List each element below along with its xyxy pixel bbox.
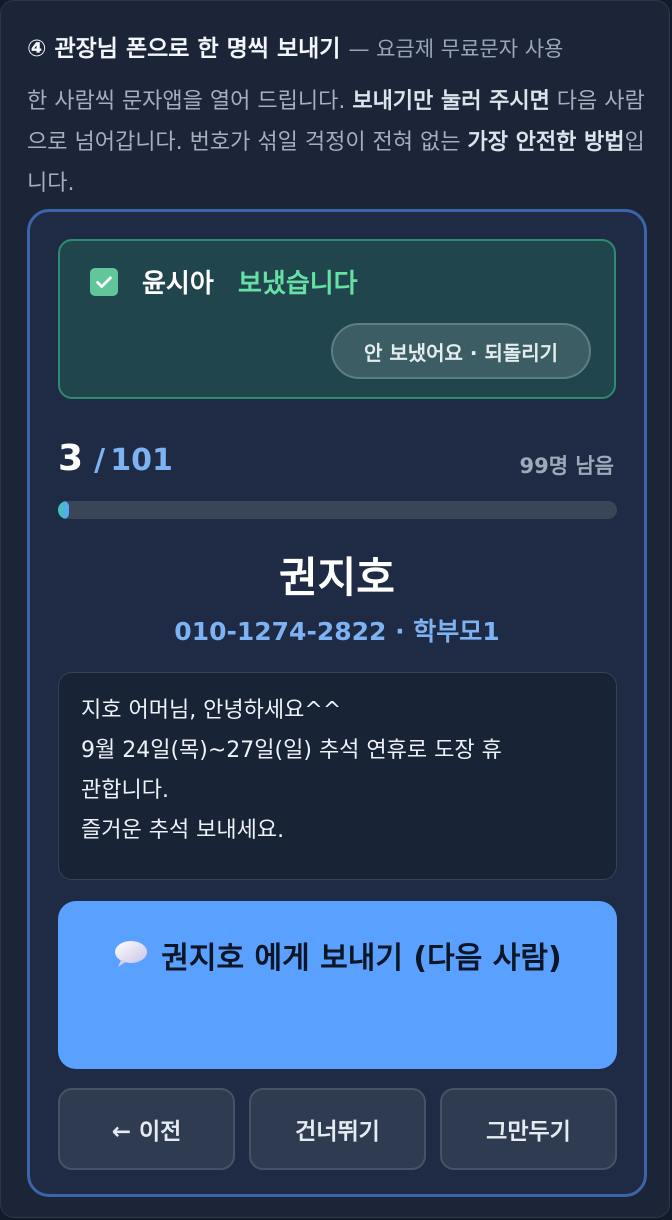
section-title: ④ 관장님 폰으로 한 명씩 보내기 bbox=[27, 36, 341, 62]
description-text: 한 사람씩 문자앱을 열어 드립니다. bbox=[27, 89, 353, 114]
stop-button[interactable]: 그만두기 bbox=[440, 1088, 617, 1170]
recipient-phone-group: 010-1274-2822 · 학부모1 bbox=[174, 617, 500, 646]
progress-count: 3 / 101 bbox=[58, 438, 173, 479]
sent-checkbox[interactable] bbox=[90, 268, 118, 296]
send-one-by-one-panel: ④ 관장님 폰으로 한 명씩 보내기 — 요금제 무료문자 사용 한 사람씩 문자… bbox=[0, 0, 670, 1218]
description-emphasis: 보내기만 눌러 주시면 bbox=[352, 89, 550, 114]
send-to-recipient-button[interactable]: 권지호 에게 보내기 (다음 사람) bbox=[58, 901, 617, 1069]
progress-separator: / bbox=[94, 443, 106, 478]
skip-button[interactable]: 건너뛰기 bbox=[249, 1088, 426, 1170]
section-subtitle: — 요금제 무료문자 사용 bbox=[348, 37, 564, 61]
description-emphasis: 가장 안전한 방법 bbox=[467, 130, 625, 155]
sending-card: 윤시아 보냈습니다 안 보냈어요 · 되돌리기 3 / 101 99명 남음 권… bbox=[27, 209, 647, 1197]
speech-bubble-icon bbox=[113, 931, 149, 988]
section-heading: ④ 관장님 폰으로 한 명씩 보내기 — 요금제 무료문자 사용 bbox=[27, 29, 657, 63]
message-line: 지호 어머님, 안녕하세요^^ bbox=[81, 698, 342, 723]
recipient-name: 권지호 bbox=[279, 553, 395, 602]
send-button-label: 권지호 에게 보내기 (다음 사람) bbox=[161, 941, 562, 976]
remaining-count: 99명 남음 bbox=[519, 454, 615, 478]
progress-bar bbox=[58, 501, 617, 519]
section-description: 한 사람씩 문자앱을 열어 드립니다. 보내기만 눌러 주시면 다음 사람으로 … bbox=[27, 81, 653, 204]
sent-recipient-name: 윤시아 bbox=[142, 269, 214, 299]
message-preview: 지호 어머님, 안녕하세요^^ 9월 24일(목)~27일(일) 추석 연휴로 … bbox=[58, 672, 617, 880]
undo-button[interactable]: 안 보냈어요 · 되돌리기 bbox=[331, 323, 591, 379]
message-line: 9월 24일(목)~27일(일) 추석 연휴로 도장 휴 bbox=[81, 738, 502, 763]
progress-total: 101 bbox=[110, 443, 173, 478]
message-line: 관합니다. bbox=[81, 778, 169, 803]
previous-button[interactable]: ← 이전 bbox=[58, 1088, 235, 1170]
last-sent-notice: 윤시아 보냈습니다 안 보냈어요 · 되돌리기 bbox=[58, 239, 616, 399]
progress-current: 3 bbox=[58, 438, 84, 479]
progress-bar-fill bbox=[58, 501, 70, 519]
checkmark-icon bbox=[96, 276, 112, 288]
sent-status: 보냈습니다 bbox=[238, 269, 358, 299]
message-line: 즐거운 추석 보내세요. bbox=[81, 818, 285, 843]
